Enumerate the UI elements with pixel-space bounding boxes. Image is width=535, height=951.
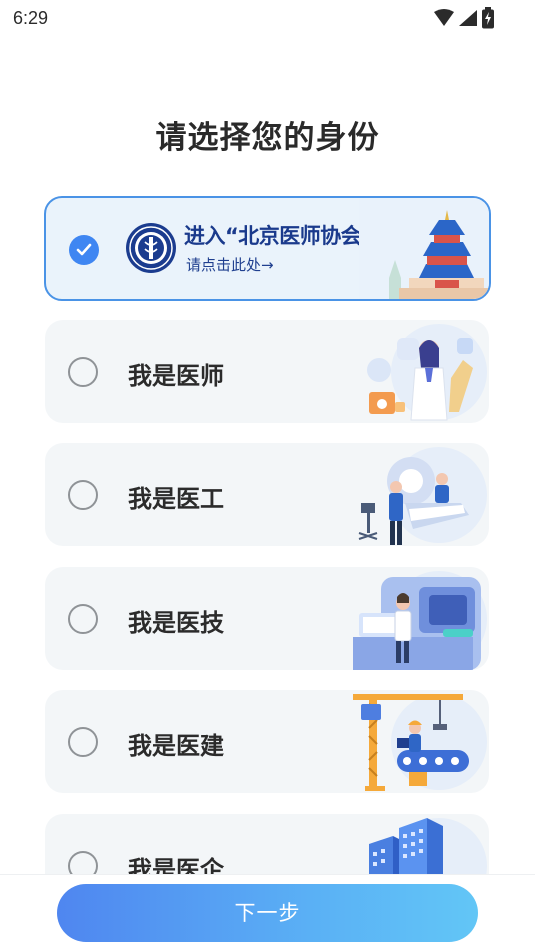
association-app-card[interactable]: 进入“北京医师协会官方APP” 请点击此处→: [44, 196, 491, 301]
next-step-button[interactable]: 下一步: [57, 884, 478, 942]
role-label: 我是医技: [128, 609, 224, 637]
temple-of-heaven-illustration: [359, 198, 489, 299]
medical-engineer-illustration: [358, 447, 487, 545]
role-card-doctor[interactable]: 我是医师: [45, 320, 489, 423]
medical-technician-illustration: [353, 571, 487, 670]
status-bar: 6:29: [0, 0, 535, 38]
radio-unchecked-icon[interactable]: [68, 727, 98, 757]
status-icons: [433, 7, 495, 29]
association-card-subtitle[interactable]: 请点击此处→: [186, 254, 274, 275]
wifi-icon: [434, 9, 454, 26]
radio-unchecked-icon[interactable]: [68, 357, 98, 387]
signal-icon: [459, 10, 477, 26]
role-card-medical-construction[interactable]: 我是医建: [45, 690, 489, 793]
role-card-medical-engineer[interactable]: 我是医工: [45, 443, 489, 546]
radio-checked-icon[interactable]: [69, 235, 99, 265]
role-card-medical-technician[interactable]: 我是医技: [45, 567, 489, 670]
association-logo-icon: [126, 223, 176, 273]
doctor-illustration: [367, 324, 487, 421]
role-label: 我是医师: [128, 362, 224, 390]
role-label: 我是医工: [128, 485, 224, 513]
battery-charging-icon: [482, 7, 494, 29]
radio-unchecked-icon[interactable]: [68, 480, 98, 510]
radio-unchecked-icon[interactable]: [68, 604, 98, 634]
page-title: 请选择您的身份: [155, 120, 380, 156]
status-time: 6:29: [13, 8, 49, 28]
construction-crane-illustration: [353, 694, 487, 791]
role-label: 我是医建: [128, 732, 224, 760]
